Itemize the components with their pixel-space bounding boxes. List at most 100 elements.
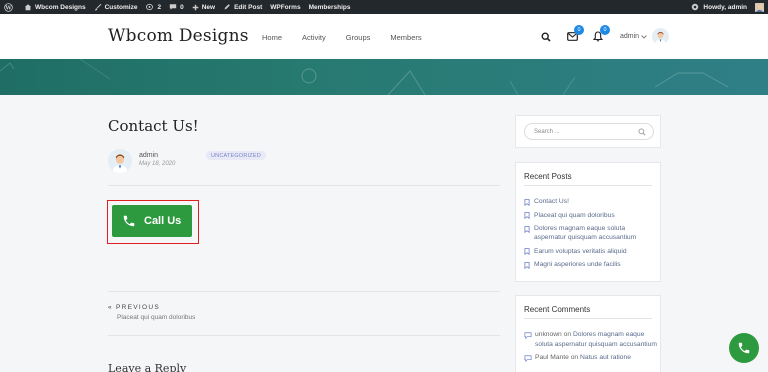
howdy-label: Howdy, admin — [703, 3, 747, 11]
comment-author: unknown — [535, 331, 562, 338]
recent-posts-widget: Recent Posts Contact Us! Placeat qui qua… — [515, 162, 661, 282]
admin-bar: W Wbcom Designs Customize 2 0 New Edit P… — [0, 0, 768, 14]
recent-post-link: Contact Us! — [534, 198, 569, 205]
updates-button[interactable]: 2 — [141, 0, 165, 14]
main-nav: Home Activity Groups Members — [262, 33, 442, 42]
comment-icon — [169, 4, 177, 10]
list-item[interactable]: Contact Us! — [524, 197, 658, 206]
svg-text:W: W — [4, 5, 12, 11]
header-avatar — [652, 28, 670, 45]
nav-item-home[interactable]: Home — [262, 33, 282, 42]
reply-heading: Leave a Reply — [108, 362, 187, 372]
floating-call-button[interactable] — [729, 333, 759, 363]
bookmark-icon — [524, 198, 530, 206]
chevron-down-icon — [641, 34, 647, 39]
messages-button[interactable]: 0 — [566, 24, 584, 44]
post-date: May 18, 2020 — [139, 161, 176, 167]
nav-top-divider — [108, 291, 500, 292]
banner-pattern — [0, 59, 729, 95]
notifications-button[interactable]: 0 — [592, 24, 610, 44]
nav-bottom-divider — [108, 335, 500, 336]
admin-bar-avatar — [755, 2, 764, 12]
notifications-icon — [692, 3, 699, 11]
messages-badge: 0 — [574, 24, 584, 35]
nav-item-activity[interactable]: Activity — [302, 33, 326, 42]
recent-posts-list: Contact Us! Placeat qui quam doloribus D… — [524, 197, 658, 274]
list-item[interactable]: Magni asperiores unde facilis — [524, 260, 658, 269]
list-item[interactable]: Placeat qui quam doloribus — [524, 211, 658, 220]
updates-count: 2 — [157, 3, 162, 11]
recent-post-link: Earum voluptas veritatis aliquid — [534, 247, 627, 255]
recent-post-link: Dolores magnam eaque soluta aspernatur q… — [534, 225, 637, 241]
bookmark-icon — [524, 248, 530, 255]
wordpress-icon: W — [4, 2, 13, 12]
home-icon — [24, 4, 32, 11]
edit-post-button[interactable]: Edit Post — [219, 0, 266, 14]
recent-posts-underline — [524, 185, 652, 186]
call-us-label: Call Us — [144, 215, 182, 227]
user-label: admin — [620, 33, 640, 40]
customize-button[interactable]: Customize — [90, 0, 142, 14]
comment-post-link[interactable]: Natus aut ratione — [580, 354, 631, 361]
wordpress-logo-button[interactable]: W — [0, 0, 20, 14]
new-label: New — [201, 3, 216, 11]
nav-item-members[interactable]: Members — [390, 33, 421, 42]
recent-comments-list: unknown on Dolores magnam eaque soluta a… — [524, 330, 658, 367]
previous-post-title[interactable]: Placeat qui quam doloribus — [117, 314, 195, 321]
bookmark-icon — [524, 261, 530, 269]
plus-icon — [192, 4, 198, 10]
site-logo[interactable]: Wbcom Designs — [108, 26, 249, 46]
previous-label-text: PREVIOUS — [116, 304, 161, 311]
comment-icon — [524, 332, 532, 339]
recent-comments-title: Recent Comments — [524, 305, 591, 314]
header-icons: 0 0 admin — [540, 24, 670, 45]
post-content: Contact Us! admin May 18, 2020 UNCATEGOR… — [107, 95, 500, 372]
notifications-badge: 0 — [600, 24, 610, 35]
comments-button[interactable]: 0 — [165, 0, 188, 14]
recent-comments-underline — [524, 318, 652, 319]
pencil-icon — [224, 4, 230, 10]
recent-post-link: Magni asperiores unde facilis — [534, 261, 621, 268]
list-item[interactable]: Earum voluptas veritatis aliquid — [524, 247, 658, 256]
recent-posts-title: Recent Posts — [524, 172, 572, 181]
memberships-menu[interactable]: Memberships — [305, 0, 355, 14]
comments-count: 0 — [180, 3, 184, 11]
post-title: Contact Us! — [108, 117, 199, 135]
page-banner — [0, 59, 768, 95]
customize-label: Customize — [104, 3, 138, 11]
call-us-button[interactable]: Call Us — [112, 205, 192, 237]
sidebar-search-input[interactable]: Search ... — [524, 123, 654, 140]
edit-post-label: Edit Post — [234, 3, 263, 11]
double-chevron-left-icon: « — [108, 304, 117, 311]
author-avatar[interactable] — [108, 149, 132, 173]
site-name-menu[interactable]: Wbcom Designs — [20, 0, 90, 14]
bookmark-icon — [524, 212, 530, 219]
recent-comments-widget: Recent Comments unknown on Dolores magna… — [515, 295, 661, 372]
new-content-button[interactable]: New — [188, 0, 219, 14]
memberships-label: Memberships — [308, 3, 351, 11]
wpforms-label: WPForms — [270, 3, 301, 11]
author-name[interactable]: admin — [139, 152, 158, 159]
search-toggle[interactable] — [540, 30, 552, 44]
account-menu[interactable]: Howdy, admin — [691, 0, 764, 14]
comment-on: on — [563, 331, 572, 338]
phone-icon — [123, 215, 135, 227]
site-name: Wbcom Designs — [35, 3, 86, 11]
brush-icon — [94, 3, 101, 11]
search-icon — [541, 31, 551, 42]
list-item[interactable]: Dolores magnam eaque soluta aspernatur q… — [524, 224, 658, 242]
list-item: Paul Mante on Natus aut ratione — [524, 353, 658, 363]
user-menu[interactable]: admin — [620, 28, 670, 45]
previous-post-label[interactable]: « PREVIOUS — [108, 304, 160, 311]
refresh-icon — [146, 3, 154, 11]
recent-post-link: Placeat qui quam doloribus — [534, 211, 615, 219]
wpforms-menu[interactable]: WPForms — [266, 0, 304, 14]
site-header: Wbcom Designs Home Activity Groups Membe… — [0, 14, 768, 59]
nav-item-groups[interactable]: Groups — [346, 33, 371, 42]
search-icon[interactable] — [638, 128, 646, 136]
comment-on: on — [570, 354, 579, 361]
bookmark-icon — [524, 225, 530, 233]
meta-divider — [108, 185, 500, 186]
category-badge[interactable]: UNCATEGORIZED — [206, 151, 266, 160]
comment-icon — [524, 355, 532, 362]
